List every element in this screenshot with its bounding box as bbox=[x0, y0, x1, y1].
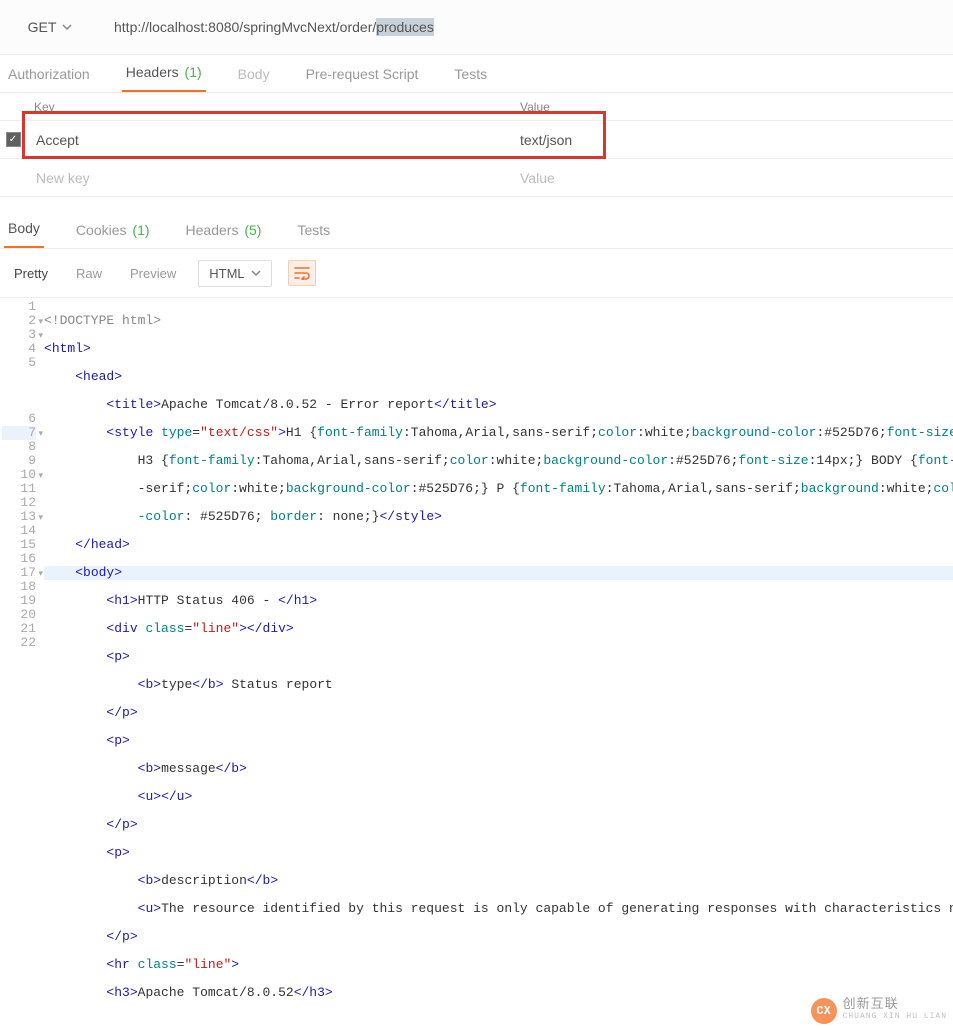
response-view-bar: Pretty Raw Preview HTML bbox=[0, 249, 953, 297]
header-row[interactable]: ✓ Accept text/json bbox=[0, 121, 953, 159]
watermark-line1: 创新互联 bbox=[843, 999, 947, 1011]
check-icon: ✓ bbox=[6, 132, 21, 147]
format-label: HTML bbox=[209, 266, 244, 281]
chevron-down-icon bbox=[62, 22, 72, 32]
header-row-new[interactable]: New key Value bbox=[0, 159, 953, 197]
view-pretty[interactable]: Pretty bbox=[8, 262, 54, 285]
new-value-placeholder[interactable]: Value bbox=[500, 170, 953, 186]
fold-icon[interactable]: ▾ bbox=[38, 427, 43, 441]
url-input[interactable]: http://localhost:8080/springMvcNext/orde… bbox=[100, 19, 953, 35]
watermark-logo: CX bbox=[811, 998, 837, 1024]
wrap-lines-button[interactable] bbox=[288, 260, 316, 286]
rtab-cookies[interactable]: Cookies (1) bbox=[72, 222, 154, 248]
tab-headers[interactable]: Headers (1) bbox=[122, 64, 206, 92]
rtab-body[interactable]: Body bbox=[4, 220, 44, 248]
tab-prerequest[interactable]: Pre-request Script bbox=[302, 66, 423, 92]
method-label: GET bbox=[28, 19, 57, 35]
response-body-editor[interactable]: 1 2▾ 3▾ 4 5 6 7▾ 8 9 10▾ 11 12 13▾ 14 15… bbox=[0, 297, 953, 1030]
view-raw[interactable]: Raw bbox=[70, 262, 108, 285]
format-selector[interactable]: HTML bbox=[198, 260, 271, 287]
http-method-selector[interactable]: GET bbox=[0, 19, 100, 35]
header-key-input[interactable]: Accept bbox=[26, 132, 500, 148]
row-checkbox[interactable]: ✓ bbox=[0, 132, 26, 147]
tab-body[interactable]: Body bbox=[234, 66, 274, 92]
fold-icon[interactable]: ▾ bbox=[38, 567, 43, 581]
wrap-icon bbox=[294, 266, 310, 280]
tab-tests[interactable]: Tests bbox=[450, 66, 491, 92]
response-tabs: Body Cookies (1) Headers (5) Tests bbox=[0, 209, 953, 249]
fold-icon[interactable]: ▾ bbox=[38, 469, 43, 483]
url-highlight: produces bbox=[376, 18, 434, 36]
fold-icon[interactable]: ▾ bbox=[38, 329, 43, 343]
request-tabs: Authorization Headers (1) Body Pre-reque… bbox=[0, 55, 953, 93]
url-text: http://localhost:8080/springMvcNext/orde… bbox=[114, 19, 376, 35]
col-key: Key bbox=[0, 100, 500, 114]
watermark-line2: CHUANG XIN HU LIAN bbox=[843, 1011, 947, 1023]
gutter: 1 2▾ 3▾ 4 5 6 7▾ 8 9 10▾ 11 12 13▾ 14 15… bbox=[0, 298, 44, 1030]
new-key-placeholder[interactable]: New key bbox=[26, 170, 500, 186]
chevron-down-icon bbox=[251, 268, 261, 278]
tab-authorization[interactable]: Authorization bbox=[4, 66, 94, 92]
view-preview[interactable]: Preview bbox=[124, 262, 182, 285]
fold-icon[interactable]: ▾ bbox=[38, 511, 43, 525]
fold-icon[interactable]: ▾ bbox=[38, 315, 43, 329]
rtab-headers[interactable]: Headers (5) bbox=[182, 222, 266, 248]
watermark: CX 创新互联 CHUANG XIN HU LIAN bbox=[811, 998, 947, 1024]
header-value-input[interactable]: text/json bbox=[500, 132, 953, 148]
headers-table-head: Key Value bbox=[0, 93, 953, 121]
col-value: Value bbox=[500, 100, 953, 114]
code-area[interactable]: <!DOCTYPE html> <html> <head> <title>Apa… bbox=[44, 298, 953, 1030]
rtab-tests[interactable]: Tests bbox=[293, 222, 334, 248]
